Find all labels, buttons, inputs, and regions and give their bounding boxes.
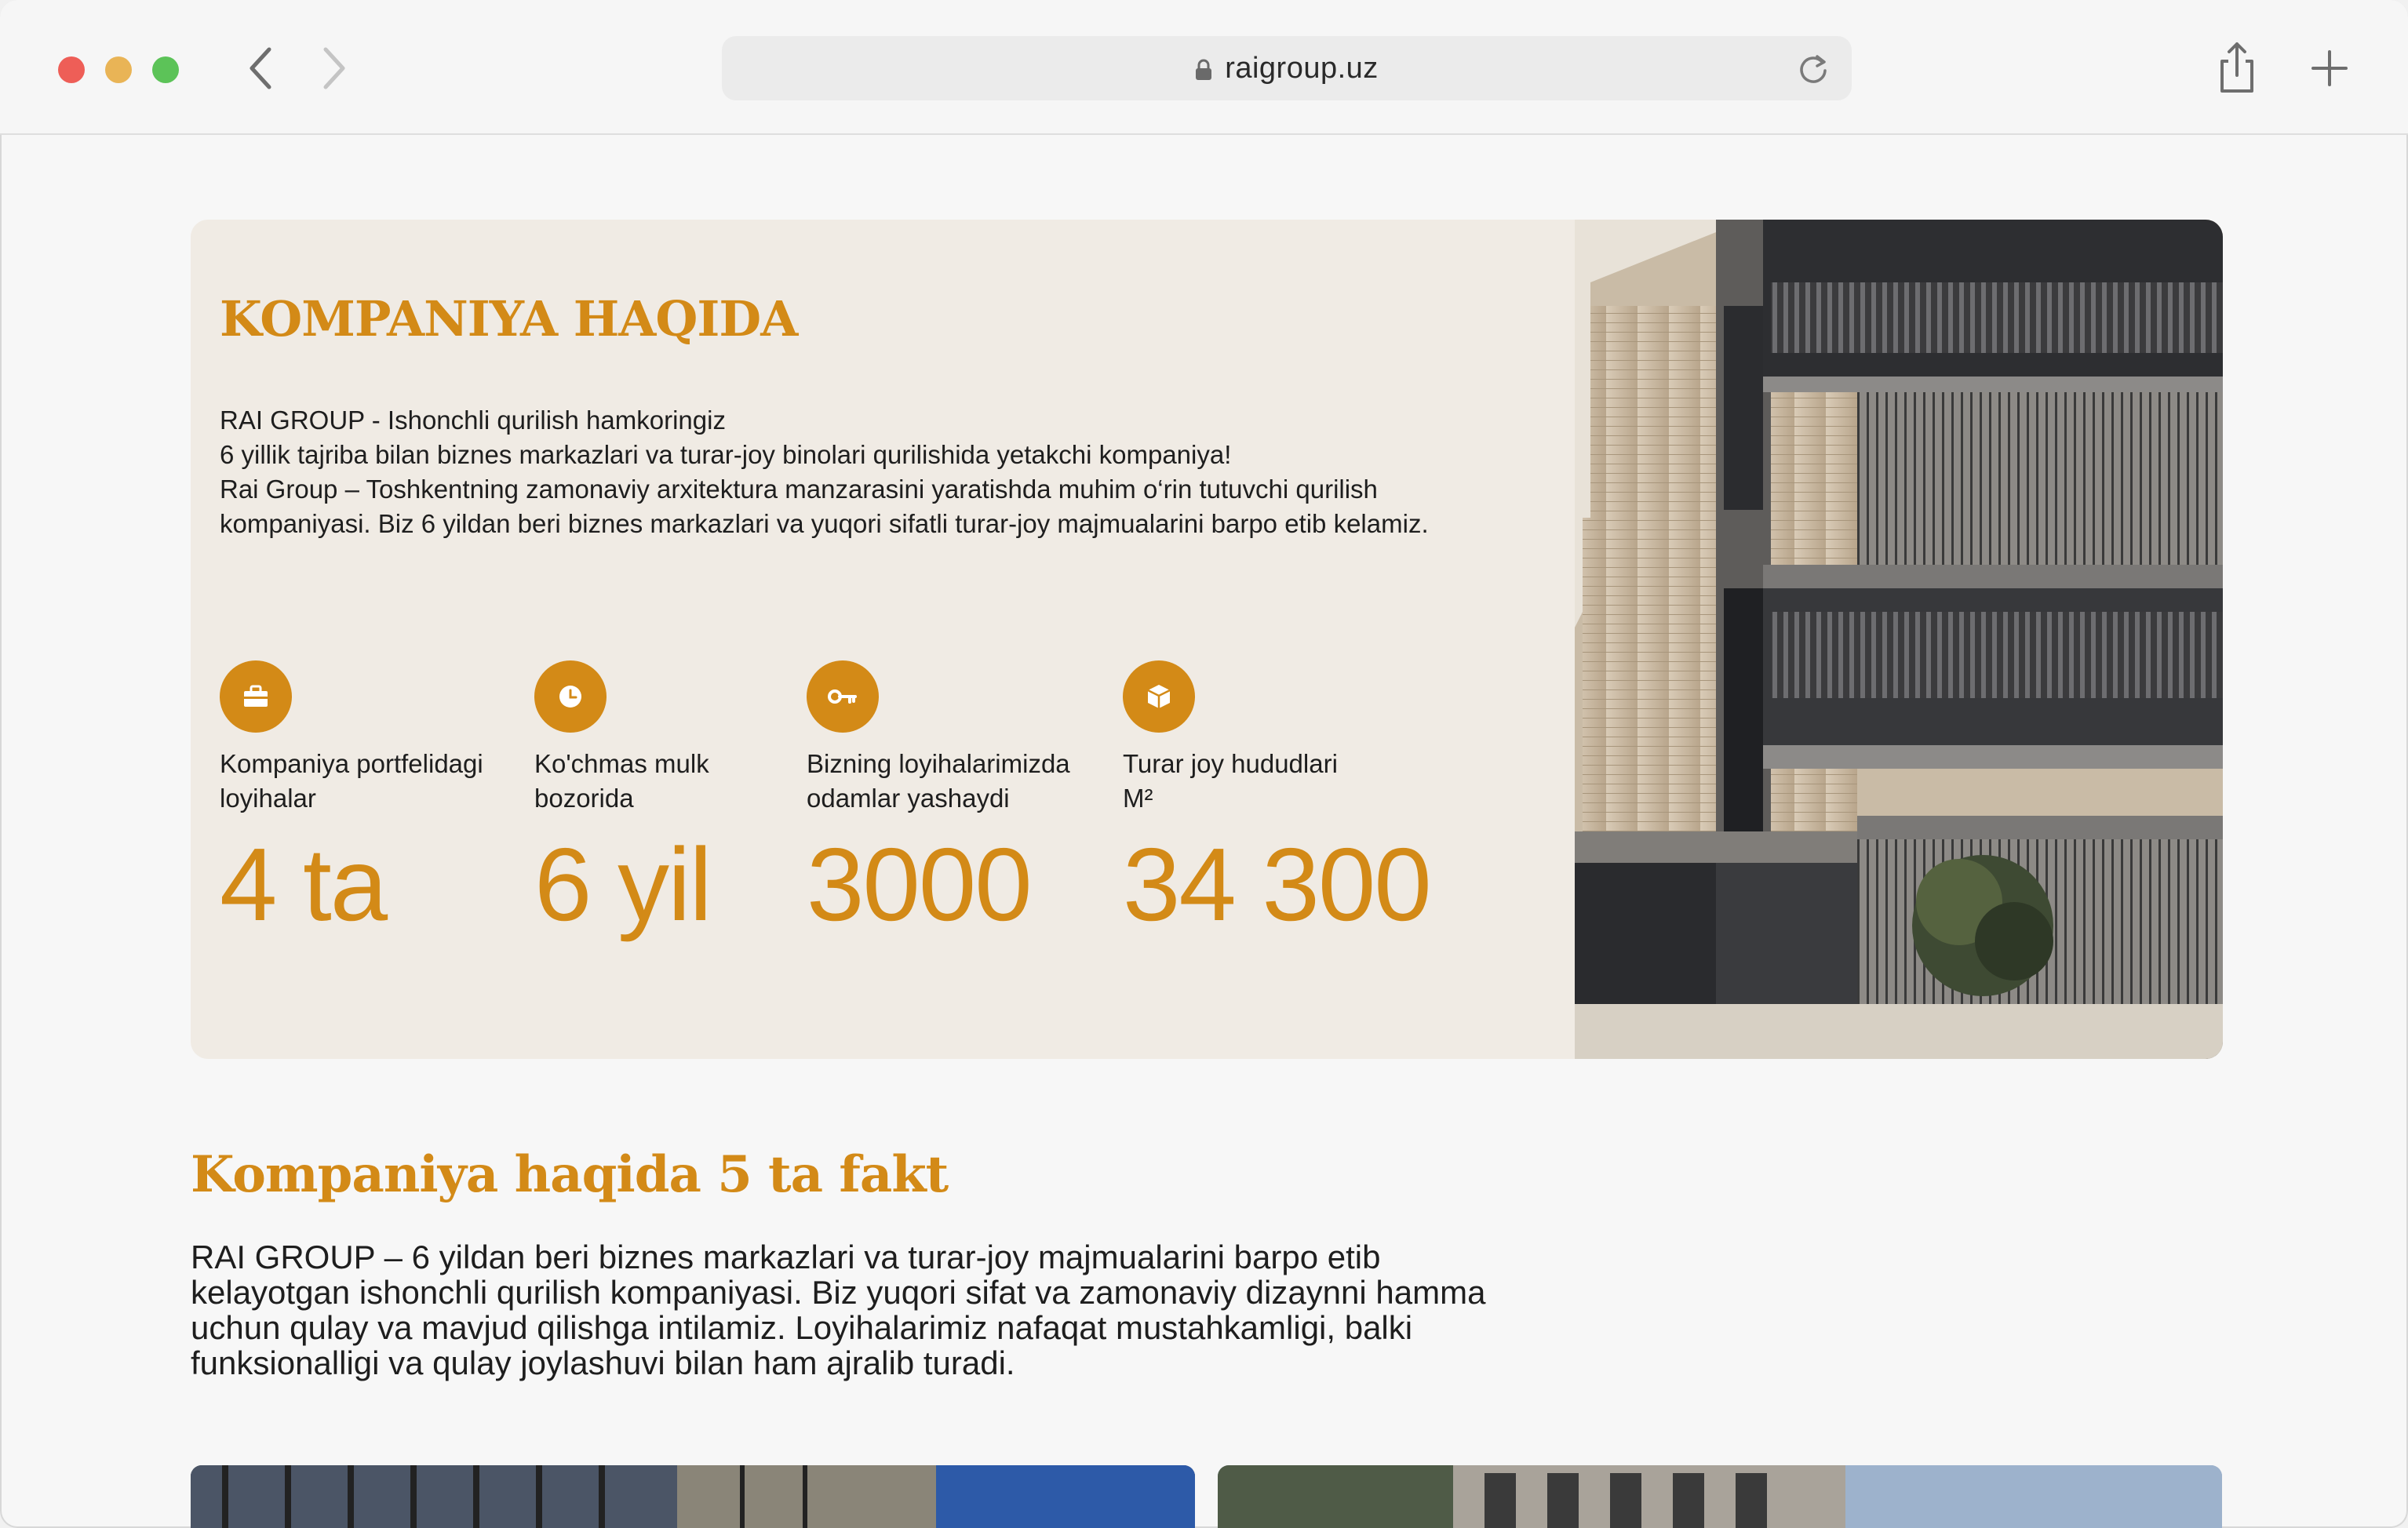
stat-value: 34 300 [1123, 827, 1432, 942]
project-image-card[interactable] [191, 1465, 1195, 1528]
browser-toolbar: raigroup.uz [0, 0, 2408, 135]
back-button[interactable] [237, 41, 284, 96]
stat-label: Turar joy hududlari M² [1123, 749, 1338, 813]
forward-button[interactable] [311, 41, 358, 96]
about-paragraph: Rai Group – Toshkentning zamonaviy arxit… [220, 475, 1429, 538]
facts-title: Kompaniya haqida 5 ta fakt [191, 1145, 949, 1204]
lock-icon [1196, 59, 1212, 80]
browser-window: raigroup.uz KOMPANIYA HAQIDA RAI GROUP -… [0, 0, 2408, 1528]
stat-projects: Kompaniya portfelidagi loyihalar 4 ta [220, 660, 486, 942]
briefcase-icon [220, 660, 292, 733]
key-icon [807, 660, 879, 733]
project-image [1218, 1465, 2222, 1528]
about-card: KOMPANIYA HAQIDA RAI GROUP - Ishonchli q… [191, 220, 2223, 1059]
project-image [191, 1465, 1195, 1528]
about-paragraph: RAI GROUP - Ishonchli qurilish hamkoring… [220, 406, 726, 435]
minimize-window-button[interactable] [105, 56, 132, 83]
stat-label: Kompaniya portfelidagi loyihalar [220, 749, 483, 813]
clock-icon [534, 660, 607, 733]
chevron-left-icon [250, 47, 271, 89]
stat-area: Turar joy hududlari M² 34 300 [1123, 660, 1432, 942]
about-title: KOMPANIYA HAQIDA [220, 290, 798, 347]
stat-label: Ko'chmas mulk bozorida [534, 749, 709, 813]
stat-label: Bizning loyihalarimizda odamlar yashaydi [807, 749, 1070, 813]
plus-icon[interactable] [2308, 47, 2351, 89]
chevron-right-icon [323, 47, 345, 89]
address-bar[interactable]: raigroup.uz [722, 36, 1852, 100]
zoom-window-button[interactable] [152, 56, 179, 83]
close-window-button[interactable] [58, 56, 85, 83]
stat-residents: Bizning loyihalarimizda odamlar yashaydi… [807, 660, 1105, 942]
about-description: RAI GROUP - Ishonchli qurilish hamkoring… [220, 403, 1475, 541]
stat-years: Ko'chmas mulk bozorida 6 yil [534, 660, 738, 942]
stat-value: 4 ta [220, 827, 388, 942]
stat-value: 3000 [807, 827, 1033, 942]
share-icon[interactable] [2216, 41, 2258, 96]
about-paragraph: 6 yillik tajriba bilan biznes markazlari… [220, 440, 1232, 469]
url-text: raigroup.uz [1225, 51, 1379, 85]
reload-icon[interactable] [1797, 52, 1830, 85]
stat-value: 6 yil [534, 827, 712, 942]
cube-icon [1123, 660, 1195, 733]
facts-description: RAI GROUP – 6 yildan beri biznes markazl… [191, 1239, 1486, 1381]
building-facade-image [1575, 220, 2223, 1059]
project-image-card[interactable] [1218, 1465, 2222, 1528]
